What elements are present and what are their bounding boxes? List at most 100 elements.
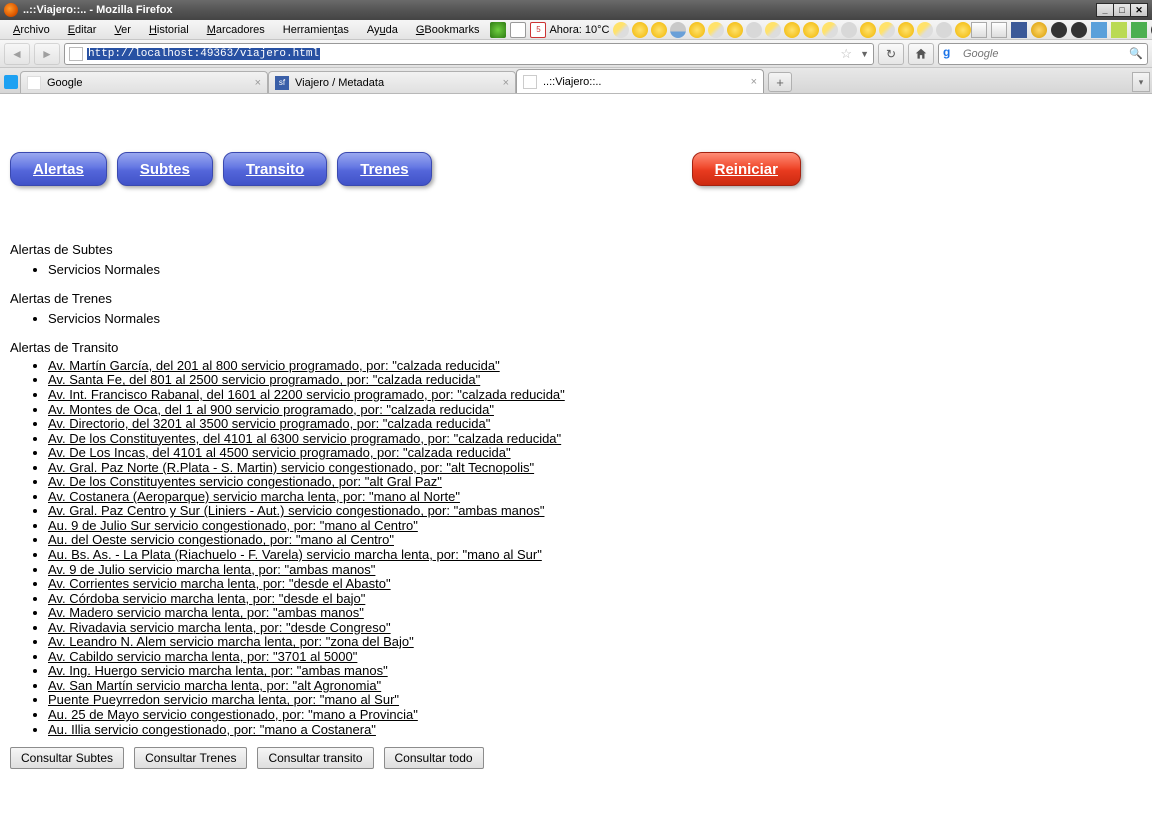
site-identity-icon[interactable] xyxy=(69,47,83,61)
weather-icon[interactable] xyxy=(784,22,800,38)
close-button[interactable]: ✕ xyxy=(1130,3,1148,17)
new-tab-button[interactable]: + xyxy=(768,72,792,92)
tab-google[interactable]: Google × xyxy=(20,71,268,93)
alert-link[interactable]: Av. Corrientes servicio marcha lenta, po… xyxy=(48,576,391,591)
alertas-button[interactable]: Alertas xyxy=(10,152,107,186)
tab-close-icon[interactable]: × xyxy=(751,76,757,88)
url-dropdown-icon[interactable]: ▼ xyxy=(860,49,869,59)
menu-ayuda[interactable]: Ayuda xyxy=(358,22,407,38)
alert-link[interactable]: Av. Rivadavia servicio marcha lenta, por… xyxy=(48,620,391,635)
reiniciar-button[interactable]: Reiniciar xyxy=(692,152,801,186)
weather-icon[interactable] xyxy=(708,22,724,38)
weather-icon[interactable] xyxy=(841,22,857,38)
weather-icon[interactable] xyxy=(651,22,667,38)
alert-link[interactable]: Av. Montes de Oca, del 1 al 900 servicio… xyxy=(48,402,494,417)
alert-link[interactable]: Av. De Los Incas, del 4101 al 4500 servi… xyxy=(48,445,511,460)
weather-icon[interactable] xyxy=(803,22,819,38)
extension-icon[interactable] xyxy=(1111,22,1127,38)
alert-link[interactable]: Av. Santa Fe, del 801 al 2500 servicio p… xyxy=(48,372,480,387)
menu-ver[interactable]: Ver xyxy=(105,22,140,38)
bookmark-star-icon[interactable]: ☆ xyxy=(840,46,852,62)
clock-icon[interactable] xyxy=(510,22,526,38)
search-go-icon[interactable]: 🔍 xyxy=(1129,47,1143,60)
alert-link[interactable]: Au. del Oeste servicio congestionado, po… xyxy=(48,532,394,547)
alert-link[interactable]: Av. Ing. Huergo servicio marcha lenta, p… xyxy=(48,663,388,678)
facebook-icon[interactable] xyxy=(1011,22,1027,38)
menu-gbookmarks[interactable]: GBookmarks xyxy=(407,22,489,38)
menu-archivo[interactable]: Archivo xyxy=(4,22,59,38)
url-text[interactable]: http://localhost:49363/viajero.html xyxy=(87,48,320,60)
alert-link[interactable]: Au. Illia servicio congestionado, por: "… xyxy=(48,722,376,737)
mail-icon[interactable] xyxy=(971,22,987,38)
notification-icon[interactable] xyxy=(1031,22,1047,38)
firefox-icon xyxy=(4,3,18,17)
alert-link[interactable]: Au. 9 de Julio Sur servicio congestionad… xyxy=(48,518,418,533)
weather-icon[interactable] xyxy=(879,22,895,38)
back-button[interactable]: ◄ xyxy=(4,43,30,65)
alert-link[interactable]: Av. 9 de Julio servicio marcha lenta, po… xyxy=(48,562,375,577)
status-green-icon[interactable] xyxy=(490,22,506,38)
consultar-trenes-button[interactable]: Consultar Trenes xyxy=(134,747,247,769)
home-button[interactable] xyxy=(908,43,934,65)
maximize-button[interactable]: □ xyxy=(1113,3,1131,17)
alert-link[interactable]: Au. 25 de Mayo servicio congestionado, p… xyxy=(48,707,418,722)
tab-close-icon[interactable]: × xyxy=(503,77,509,89)
search-input[interactable] xyxy=(961,47,1125,61)
alert-link[interactable]: Av. Int. Francisco Rabanal, del 1601 al … xyxy=(48,387,565,402)
reload-button[interactable]: ↻ xyxy=(878,43,904,65)
weather-icon[interactable] xyxy=(860,22,876,38)
menu-historial[interactable]: Historial xyxy=(140,22,198,38)
mail-icon[interactable] xyxy=(991,22,1007,38)
weather-icon[interactable] xyxy=(727,22,743,38)
calendar-icon[interactable] xyxy=(530,22,546,38)
alert-link[interactable]: Av. De los Constituyentes, del 4101 al 6… xyxy=(48,431,561,446)
alert-link[interactable]: Av. Cabildo servicio marcha lenta, por: … xyxy=(48,649,357,664)
weather-icon[interactable] xyxy=(689,22,705,38)
alert-link[interactable]: Av. Gral. Paz Centro y Sur (Liniers - Au… xyxy=(48,503,544,518)
extension-icon[interactable] xyxy=(1131,22,1147,38)
alert-link[interactable]: Av. Costanera (Aeroparque) servicio marc… xyxy=(48,489,460,504)
minimize-button[interactable]: _ xyxy=(1096,3,1114,17)
weather-icon[interactable] xyxy=(936,22,952,38)
weather-icon[interactable] xyxy=(822,22,838,38)
forward-button[interactable]: ► xyxy=(34,43,60,65)
address-bar[interactable]: http://localhost:49363/viajero.html ☆ ▼ xyxy=(64,43,874,65)
tab-close-icon[interactable]: × xyxy=(255,77,261,89)
menu-editar[interactable]: Editar xyxy=(59,22,106,38)
alert-link[interactable]: Av. Martín García, del 201 al 800 servic… xyxy=(48,358,500,373)
consultar-todo-button[interactable]: Consultar todo xyxy=(384,747,484,769)
weather-icon[interactable] xyxy=(898,22,914,38)
alert-link[interactable]: Av. Directorio, del 3201 al 3500 servici… xyxy=(48,416,490,431)
alert-link[interactable]: Av. Madero servicio marcha lenta, por: "… xyxy=(48,605,364,620)
tab-viajero-metadata[interactable]: sf Viajero / Metadata × xyxy=(268,71,516,93)
search-bar[interactable]: 🔍 xyxy=(938,43,1148,65)
subtes-button[interactable]: Subtes xyxy=(117,152,213,186)
alert-link[interactable]: Av. Gral. Paz Norte (R.Plata - S. Martin… xyxy=(48,460,534,475)
alert-link[interactable]: Puente Pueyrredon servicio marcha lenta,… xyxy=(48,692,399,707)
alert-link[interactable]: Av. San Martín servicio marcha lenta, po… xyxy=(48,678,381,693)
extension-icon[interactable] xyxy=(1091,22,1107,38)
weather-icon[interactable] xyxy=(746,22,762,38)
weather-icon[interactable] xyxy=(670,22,686,38)
tab-list-button[interactable]: ▾ xyxy=(1132,72,1150,92)
transito-button[interactable]: Transito xyxy=(223,152,327,186)
alert-link[interactable]: Av. Leandro N. Alem servicio marcha lent… xyxy=(48,634,414,649)
weather-icon[interactable] xyxy=(613,22,629,38)
menu-herramientas[interactable]: Herramientas xyxy=(274,22,358,38)
alert-link[interactable]: Av. De los Constituyentes servicio conge… xyxy=(48,474,442,489)
consultar-subtes-button[interactable]: Consultar Subtes xyxy=(10,747,124,769)
menu-marcadores[interactable]: Marcadores xyxy=(198,22,274,38)
alert-link[interactable]: Av. Córdoba servicio marcha lenta, por: … xyxy=(48,591,365,606)
extension-icon[interactable] xyxy=(1071,22,1087,38)
extension-icon[interactable] xyxy=(1051,22,1067,38)
weather-icon[interactable] xyxy=(917,22,933,38)
trenes-button[interactable]: Trenes xyxy=(337,152,431,186)
consultar-transito-button[interactable]: Consultar transito xyxy=(257,747,373,769)
weather-icon[interactable] xyxy=(955,22,971,38)
navigation-toolbar: ◄ ► http://localhost:49363/viajero.html … xyxy=(0,40,1152,68)
weather-icon[interactable] xyxy=(632,22,648,38)
tab-viajero[interactable]: ..::Viajero::.. × xyxy=(516,69,764,93)
weather-icon[interactable] xyxy=(765,22,781,38)
alert-link[interactable]: Au. Bs. As. - La Plata (Riachuelo - F. V… xyxy=(48,547,542,562)
twitter-icon[interactable] xyxy=(4,75,18,89)
